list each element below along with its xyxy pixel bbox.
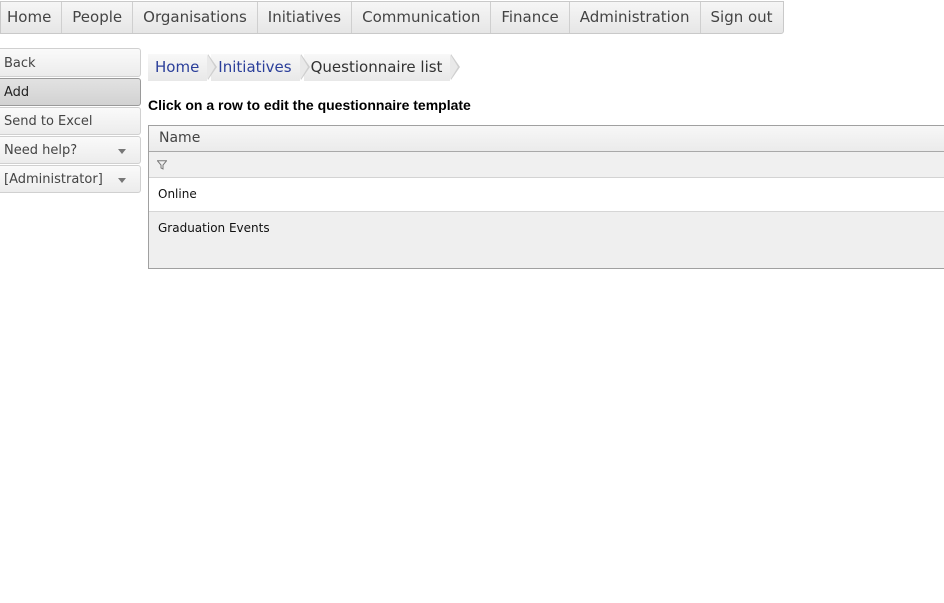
breadcrumb-separator-fill <box>299 54 308 80</box>
nav-administration[interactable]: Administration <box>570 2 701 33</box>
breadcrumb-current-label: Questionnaire list <box>310 58 443 76</box>
table-row[interactable]: Online <box>149 178 944 212</box>
side-menu: Back Add Send to Excel Need help? [Admin… <box>0 48 141 194</box>
column-header-name[interactable]: Name <box>149 126 944 152</box>
nav-finance[interactable]: Finance <box>491 2 570 33</box>
filter-icon[interactable] <box>157 160 167 170</box>
breadcrumb-current: Questionnaire list <box>303 54 461 81</box>
chevron-down-icon <box>118 149 126 154</box>
nav-initiatives[interactable]: Initiatives <box>258 2 353 33</box>
need-help-label: Need help? <box>4 143 78 158</box>
breadcrumb-separator-fill <box>207 54 216 80</box>
administrator-label: [Administrator] <box>4 172 103 187</box>
breadcrumb-initiatives[interactable]: Initiatives <box>211 54 310 81</box>
nav-people[interactable]: People <box>62 2 134 33</box>
chevron-down-icon <box>118 178 126 183</box>
questionnaire-grid: Name Online Graduation Events <box>148 125 944 269</box>
nav-sign-out[interactable]: Sign out <box>701 2 783 33</box>
page-instruction: Click on a row to edit the questionnaire… <box>148 97 471 113</box>
top-navigation: Home People Organisations Initiatives Co… <box>0 1 784 34</box>
add-button[interactable]: Add <box>0 78 141 106</box>
table-row[interactable]: Graduation Events <box>149 212 944 245</box>
nav-organisations[interactable]: Organisations <box>133 2 258 33</box>
breadcrumb-home-label: Home <box>155 58 200 76</box>
filter-row[interactable] <box>149 152 944 178</box>
nav-communication[interactable]: Communication <box>352 2 492 33</box>
breadcrumb-separator-fill <box>450 54 459 80</box>
breadcrumb-initiatives-label: Initiatives <box>218 58 292 76</box>
send-to-excel-button[interactable]: Send to Excel <box>0 107 141 135</box>
back-button[interactable]: Back <box>0 48 141 77</box>
administrator-menu[interactable]: [Administrator] <box>0 165 141 193</box>
breadcrumb-home[interactable]: Home <box>148 54 218 81</box>
need-help-menu[interactable]: Need help? <box>0 136 141 164</box>
nav-home[interactable]: Home <box>1 2 63 33</box>
breadcrumb: Home Initiatives Questionnaire list <box>148 54 461 81</box>
